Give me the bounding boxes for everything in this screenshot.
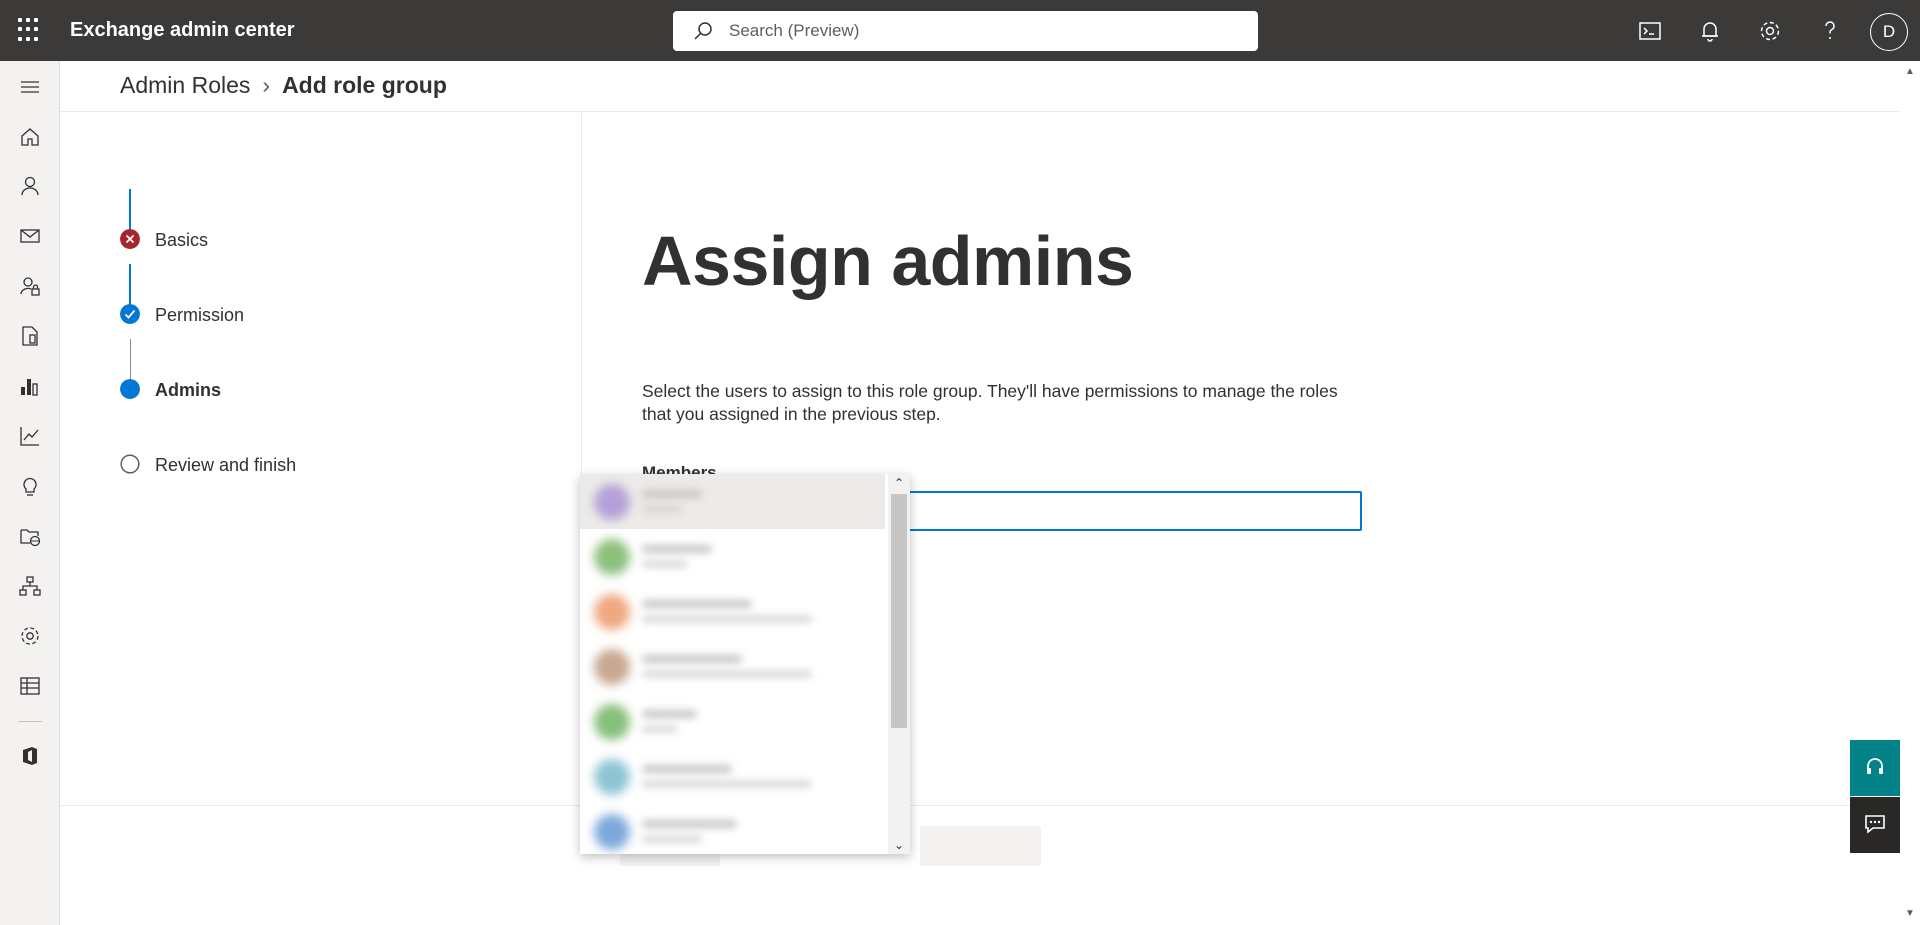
feedback-button[interactable]: [1850, 797, 1900, 853]
app-launcher-icon[interactable]: [18, 18, 42, 42]
breadcrumb-current: Add role group: [282, 72, 447, 98]
checkmark-icon: [120, 304, 140, 324]
left-navigation: [0, 61, 60, 925]
bell-icon[interactable]: [1697, 18, 1723, 44]
table-icon[interactable]: [18, 674, 42, 698]
error-icon: [120, 229, 140, 249]
avatar: [594, 704, 630, 740]
step-label: Permission: [155, 305, 245, 325]
scroll-up-icon[interactable]: ⌃: [888, 474, 910, 492]
search-icon: [694, 22, 712, 40]
top-bar: Exchange admin center Search (Preview) D: [0, 0, 1920, 61]
suggestion-item[interactable]: [580, 694, 885, 749]
page-description: Select the users to assign to this role …: [642, 381, 1338, 424]
suggestion-item[interactable]: [580, 529, 885, 584]
avatar: [594, 594, 630, 630]
menu-icon[interactable]: [18, 75, 42, 99]
suggestion-name-blurred: [642, 820, 737, 828]
suggestion-name-blurred: [642, 765, 732, 773]
suggestion-name-blurred: [642, 710, 697, 718]
avatar: [594, 649, 630, 685]
suggestion-item[interactable]: [580, 639, 885, 694]
avatar: [594, 814, 630, 850]
nav-divider: [18, 721, 42, 722]
suggestion-name-blurred: [642, 600, 752, 608]
feedback-icon: [1865, 815, 1885, 834]
suggestion-item[interactable]: [580, 749, 885, 804]
lightbulb-icon[interactable]: [18, 474, 42, 498]
app-title[interactable]: Exchange admin center: [70, 19, 295, 42]
mail-icon[interactable]: [18, 224, 42, 248]
document-phone-icon[interactable]: [18, 324, 42, 348]
suggestion-item[interactable]: [580, 584, 885, 639]
step-label: Admins: [155, 380, 222, 400]
people-picker-suggestions: ⌃ ⌄: [580, 474, 910, 854]
headset-icon: [1867, 758, 1883, 774]
breadcrumb: Admin Roles › Add role group: [120, 72, 447, 99]
suggestion-detail-blurred: [642, 671, 812, 677]
suggestion-detail-blurred: [642, 616, 812, 622]
page-scrollbar[interactable]: ▲ ▼: [1900, 61, 1920, 925]
help-icon[interactable]: [1817, 18, 1843, 44]
suggestion-name-blurred: [642, 490, 702, 498]
search-box[interactable]: Search (Preview): [673, 11, 1258, 51]
suggestion-detail-blurred: [642, 506, 682, 512]
home-icon[interactable]: [18, 125, 42, 149]
line-chart-icon[interactable]: [18, 424, 42, 448]
current-step-icon: [120, 379, 140, 399]
header-divider: [60, 111, 1900, 112]
footer-divider: [60, 805, 1900, 806]
suggestion-detail-blurred: [642, 836, 702, 842]
suggestion-detail-blurred: [642, 781, 812, 787]
gear-icon[interactable]: [1757, 18, 1783, 44]
breadcrumb-admin-roles[interactable]: Admin Roles: [120, 72, 250, 98]
user-avatar[interactable]: D: [1870, 13, 1908, 51]
suggestions-scrollbar[interactable]: ⌃ ⌄: [888, 474, 910, 854]
office-logo-icon[interactable]: [18, 744, 42, 768]
chevron-right-icon: ›: [262, 72, 271, 98]
step-label: Basics: [155, 230, 209, 250]
scroll-down-icon[interactable]: ⌄: [888, 836, 910, 854]
chart-bars-icon[interactable]: [18, 374, 42, 398]
suggestion-item[interactable]: [580, 804, 885, 854]
suggestion-name-blurred: [642, 545, 712, 553]
suggestion-detail-blurred: [642, 726, 677, 732]
scrollbar-thumb[interactable]: [891, 494, 907, 728]
suggestion-item[interactable]: [580, 474, 885, 529]
scroll-down-icon[interactable]: ▼: [1903, 907, 1917, 921]
avatar: [594, 539, 630, 575]
page-heading: Assign admins: [642, 222, 1134, 300]
next-button[interactable]: [920, 826, 1041, 866]
avatar: [594, 759, 630, 795]
step-label: Review and finish: [155, 455, 297, 475]
pending-step-icon: [120, 454, 140, 474]
scroll-up-icon[interactable]: ▲: [1903, 65, 1917, 79]
suggestion-name-blurred: [642, 655, 742, 663]
org-chart-icon[interactable]: [18, 574, 42, 598]
help-support-button[interactable]: [1850, 740, 1900, 796]
person-lock-icon[interactable]: [18, 274, 42, 298]
terminal-icon[interactable]: [1637, 18, 1663, 44]
suggestion-detail-blurred: [642, 561, 687, 567]
gear-icon[interactable]: [18, 624, 42, 648]
search-placeholder: Search (Preview): [729, 21, 860, 40]
person-icon[interactable]: [18, 174, 42, 198]
main-panel: Admin Roles › Add role group Basics Permis…: [60, 61, 1900, 925]
avatar: [594, 484, 630, 520]
folder-globe-icon[interactable]: [18, 524, 42, 548]
